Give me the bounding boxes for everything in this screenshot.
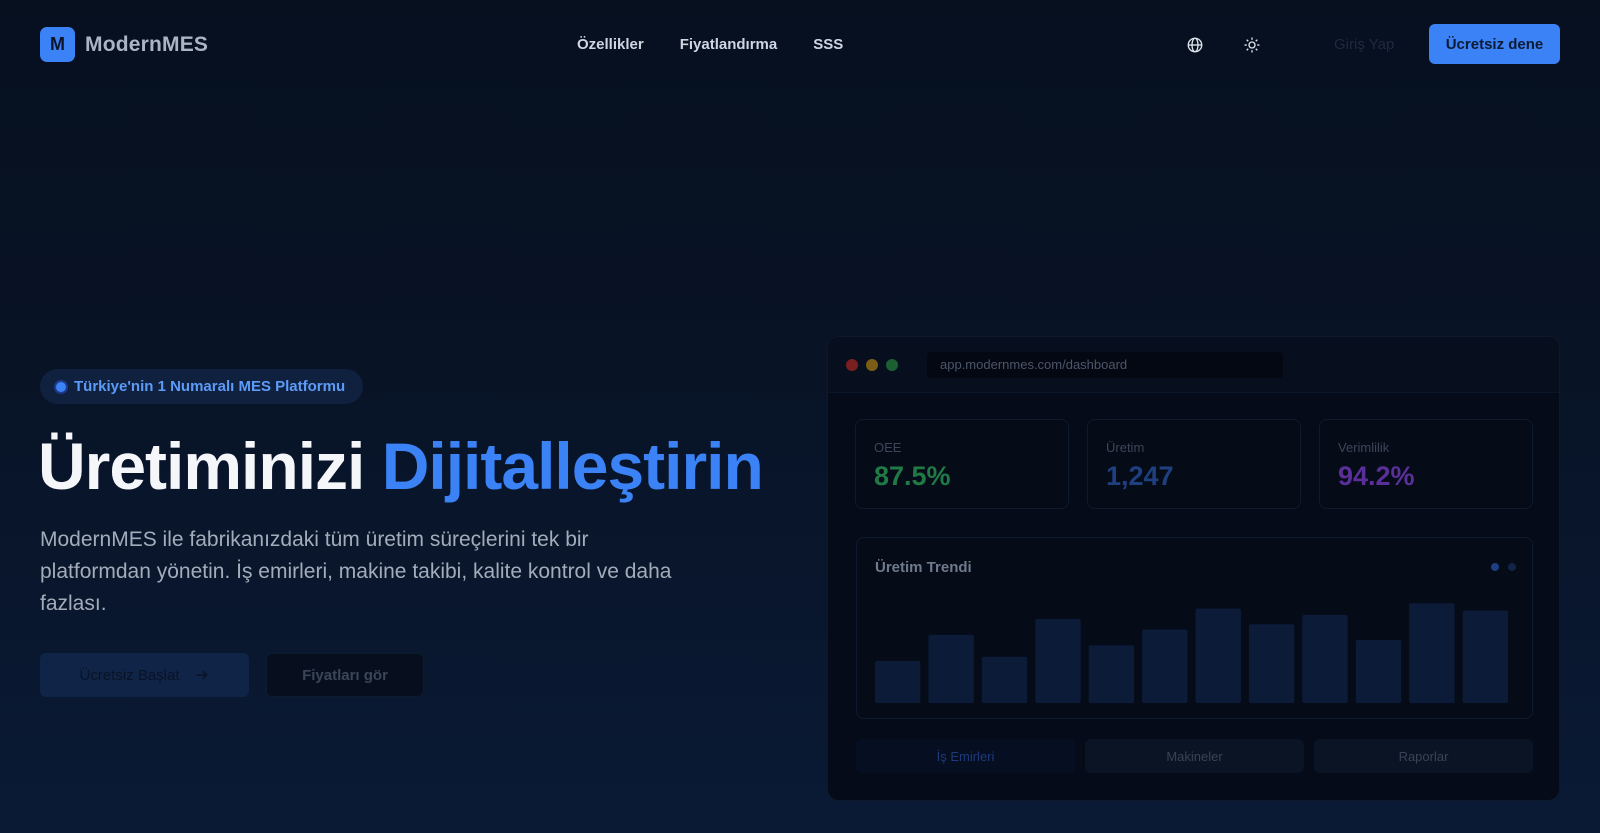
trend-bar [1248,624,1295,704]
badge-text: Türkiye'nin 1 Numaralı MES Platformu [74,378,346,395]
trend-bar [1142,629,1188,703]
view-pricing-button[interactable]: Fiyatları gör [266,653,424,697]
tab-work-orders[interactable]: İş Emirleri [856,739,1075,773]
kpi-label: OEE [874,440,902,455]
dashboard-preview: app.modernmes.com/dashboard OEE 87.5% Ür… [827,336,1560,801]
hero-title-part1: Üretiminizi [38,429,382,503]
tab-machines[interactable]: Makineler [1085,739,1304,773]
tab-reports[interactable]: Raporlar [1314,739,1533,773]
trend-bar [1195,608,1241,703]
production-trend-chart [875,603,1508,704]
trend-bar [981,656,1028,703]
nav-link-faq[interactable]: SSS [813,36,843,53]
hero-title-highlight: Dijitalleştirin [381,429,764,503]
trend-bar [1462,610,1508,703]
trend-bar [1035,619,1081,703]
kpi-value: 94.2% [1338,461,1415,491]
start-free-button[interactable]: Ücretsiz Başlat [40,653,249,697]
trend-bar [928,634,974,704]
logo[interactable]: M ModernMES [40,27,208,62]
arrow-right-icon [196,670,208,680]
window-close-dot [846,359,858,371]
trend-bar [1409,603,1455,704]
hero-description: ModernMES ile fabrikanızdaki tüm üretim … [40,528,672,615]
browser-bar: app.modernmes.com/dashboard [828,337,1559,393]
brand-name: ModernMES [85,32,209,56]
trend-bar [875,661,921,703]
kpi-value: 1,247 [1106,461,1174,491]
window-minimize-dot [866,359,878,371]
kpi-value: 87.5% [874,461,951,491]
kpi-card-oee: OEE 87.5% [855,419,1069,509]
globe-icon[interactable] [1184,34,1206,56]
kpi-label: Verimlilik [1338,440,1390,455]
login-link[interactable]: Giriş Yap [1334,36,1394,53]
trend-bar [1088,645,1135,704]
nav-link-pricing[interactable]: Fiyatlandırma [680,36,778,53]
address-bar: app.modernmes.com/dashboard [927,352,1283,378]
production-trend-card: Üretim Trendi [856,537,1533,719]
trend-bar [1355,640,1402,703]
free-trial-button[interactable]: Ücretsiz dene [1429,24,1560,64]
trend-bar [1302,614,1348,703]
badge-dot-icon [56,381,66,392]
nav-link-features[interactable]: Özellikler [577,36,644,53]
main-nav: Özellikler Fiyatlandırma SSS [577,36,843,53]
kpi-card-production: Üretim 1,247 [1087,419,1301,509]
sun-icon[interactable] [1241,34,1263,56]
hero-badge: Türkiye'nin 1 Numaralı MES Platformu [40,369,364,404]
logo-mark: M [40,27,75,62]
start-free-label: Ücretsiz Başlat [79,666,180,684]
kpi-label: Üretim [1106,440,1145,455]
hero-title: Üretiminizi Dijitalleştirin [38,428,764,504]
kpi-card-efficiency: Verimlilik 94.2% [1319,419,1533,509]
top-navbar: M ModernMES Özellikler Fiyatlandırma SSS… [0,0,1600,90]
window-maximize-dot [886,359,898,371]
